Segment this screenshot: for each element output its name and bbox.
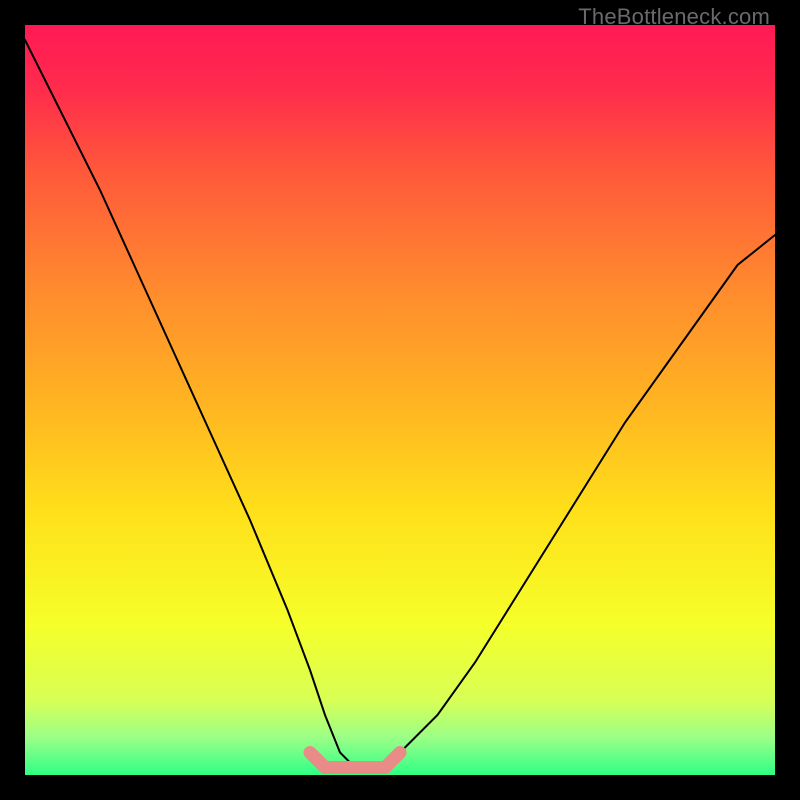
chart-plot-area [25, 25, 775, 775]
optimal-band-highlight [310, 753, 400, 768]
chart-frame: TheBottleneck.com [0, 0, 800, 800]
watermark-text: TheBottleneck.com [578, 4, 770, 30]
chart-svg [25, 25, 775, 775]
bottleneck-curve [25, 40, 775, 768]
